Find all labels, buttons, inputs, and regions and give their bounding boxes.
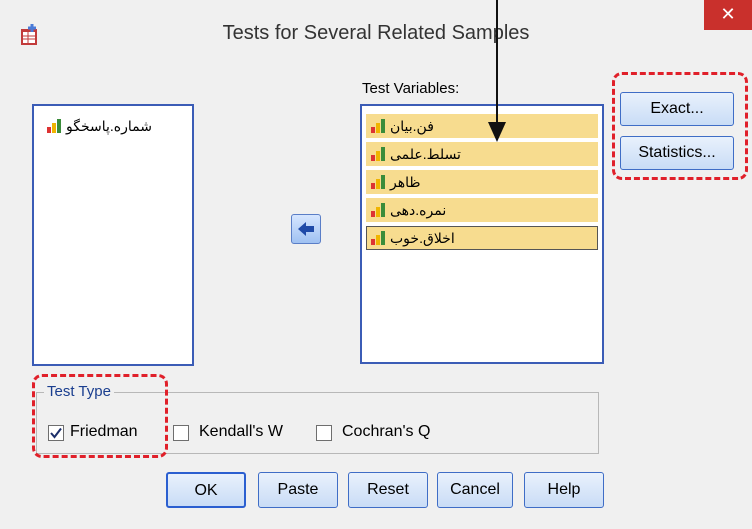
dialog-window: Tests for Several Related Samples ✕ شمار… xyxy=(0,0,752,529)
annotation-arrow-icon xyxy=(488,0,506,142)
